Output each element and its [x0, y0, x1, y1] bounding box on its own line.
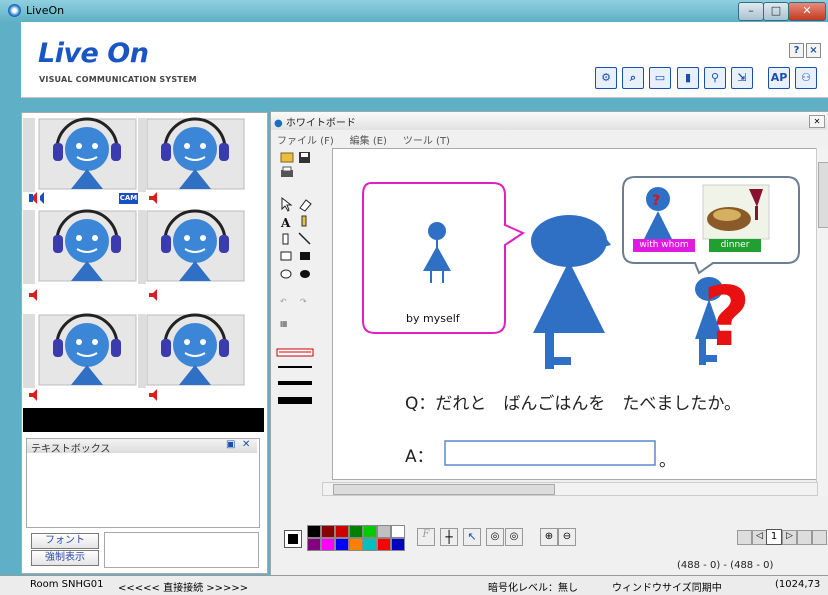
tool-palette[interactable]: A ↶ ↷ ▦: [276, 148, 320, 410]
page-number[interactable]: 1: [766, 529, 782, 545]
color-swatch[interactable]: [391, 538, 405, 551]
video-tile: [38, 209, 137, 283]
menu-edit[interactable]: 編集 (E): [350, 136, 387, 147]
cursor-coords: (488 - 0) - (488 - 0): [677, 560, 774, 571]
grid-icon: ▦: [280, 319, 288, 328]
room-name: Room SNHG01: [30, 579, 104, 590]
svg-text:?: ?: [652, 193, 660, 209]
encryption-level: 暗号化レベル：無し: [488, 583, 578, 594]
tag-dinner-label: dinner: [720, 240, 750, 250]
rect-tool-icon: [280, 251, 292, 261]
scroll-thumb[interactable]: [818, 162, 828, 228]
font-button[interactable]: フォント: [31, 533, 99, 549]
window-size: (1024,73: [775, 579, 821, 590]
textbox-small-area[interactable]: [104, 532, 259, 568]
color-swatch[interactable]: [363, 525, 377, 538]
text-tool-icon: A: [280, 216, 291, 230]
video-tile: [146, 209, 245, 283]
current-color[interactable]: [284, 530, 302, 548]
force-display-button[interactable]: 強制表示: [31, 550, 99, 566]
eraser-icon: [299, 199, 312, 212]
marker-icon: [282, 233, 289, 245]
crosshair-icon[interactable]: ┼: [440, 528, 458, 546]
line-width-7: [278, 397, 312, 404]
answer-suffix: 。: [659, 451, 676, 471]
color-swatch[interactable]: [363, 538, 377, 551]
select-icon[interactable]: ↖: [463, 528, 481, 546]
color-swatch[interactable]: [307, 525, 321, 538]
color-swatch[interactable]: [335, 525, 349, 538]
whiteboard-canvas[interactable]: ? ? by myself with whom dinner Q：だれと ばんご…: [332, 148, 818, 480]
page-prev-icon[interactable]: ◁: [752, 530, 767, 545]
textbox-header: テキストボックス ▣ ✕: [27, 439, 257, 455]
pointer-icon: [281, 196, 293, 212]
redo-icon: ↷: [300, 297, 307, 306]
answer-box: [444, 440, 656, 466]
menu-tool[interactable]: ツール (T): [403, 136, 450, 147]
whiteboard-title: ● ホワイトボード: [274, 118, 356, 129]
page-next-icon[interactable]: ▷: [782, 530, 797, 545]
color-swatch[interactable]: [307, 538, 321, 551]
big-figure-body: [533, 261, 605, 333]
video-tile: [38, 313, 137, 387]
page-add-icon[interactable]: [812, 530, 827, 545]
video-tile: [146, 117, 245, 191]
color-swatch[interactable]: [391, 525, 405, 538]
whiteboard-close-button[interactable]: ✕: [809, 115, 825, 128]
cam-badge: CAM: [119, 194, 138, 202]
textbox-input[interactable]: [29, 455, 257, 525]
color-swatch[interactable]: [335, 538, 349, 551]
color-swatch[interactable]: [377, 538, 391, 551]
zoom-in-icon[interactable]: ⊕: [540, 528, 558, 546]
color-swatch[interactable]: [377, 525, 391, 538]
video-tile: [38, 117, 137, 191]
question-text: Q：だれと ばんごはんを たべましたか。: [405, 394, 742, 414]
page-last-icon[interactable]: [797, 530, 812, 545]
status-bar: Room SNHG01 <<<<< 直接接続 >>>>> 暗号化レベル：無し ウ…: [0, 575, 828, 595]
bubble-caption: by myself: [406, 312, 460, 325]
color-swatch[interactable]: [349, 525, 363, 538]
menu-file[interactable]: ファイル (F): [277, 136, 334, 147]
filled-ellipse-tool-icon: [300, 270, 310, 278]
open-icon: [280, 152, 294, 163]
answer-label: A：: [405, 447, 434, 467]
vertical-scrollbar[interactable]: [816, 148, 828, 496]
video-tile: [146, 313, 245, 387]
print-icon: [281, 166, 293, 177]
textbox-title: テキストボックス: [31, 444, 111, 455]
horizontal-scrollbar[interactable]: [322, 482, 818, 496]
ellipse-tool-icon: [280, 269, 292, 279]
filled-rect-tool-icon: [300, 252, 310, 260]
line-tool-icon: [298, 232, 311, 245]
line-width-4: [278, 381, 312, 385]
line-width-2: [278, 366, 312, 368]
save-icon[interactable]: ▣: [226, 439, 235, 450]
color-palette[interactable]: [307, 525, 405, 551]
undo-icon: ↶: [279, 297, 287, 306]
scroll-thumb[interactable]: [333, 484, 555, 495]
color-swatch[interactable]: [321, 538, 335, 551]
image2-icon[interactable]: ◎: [505, 528, 523, 546]
person-head: [428, 222, 446, 240]
connection-status: <<<<< 直接接続 >>>>>: [118, 583, 249, 594]
big-figure-head: [531, 215, 607, 267]
tag-with-whom-label: with whom: [639, 240, 689, 250]
zoom-out-icon[interactable]: ⊖: [558, 528, 576, 546]
font-style-icon[interactable]: F: [417, 528, 435, 546]
video-black-bar: [23, 408, 264, 432]
page-first-icon[interactable]: [737, 530, 752, 545]
question-mark-icon: ?: [703, 270, 751, 365]
sync-status: ウィンドウサイズ同期中: [612, 583, 722, 594]
save-icon: [299, 152, 310, 163]
image-icon[interactable]: ◎: [486, 528, 504, 546]
whiteboard-menu: ファイル (F) 編集 (E) ツール (T): [277, 132, 450, 147]
close-icon[interactable]: ✕: [242, 439, 250, 450]
pen-icon: [301, 215, 307, 227]
color-swatch[interactable]: [349, 538, 363, 551]
color-swatch[interactable]: [321, 525, 335, 538]
